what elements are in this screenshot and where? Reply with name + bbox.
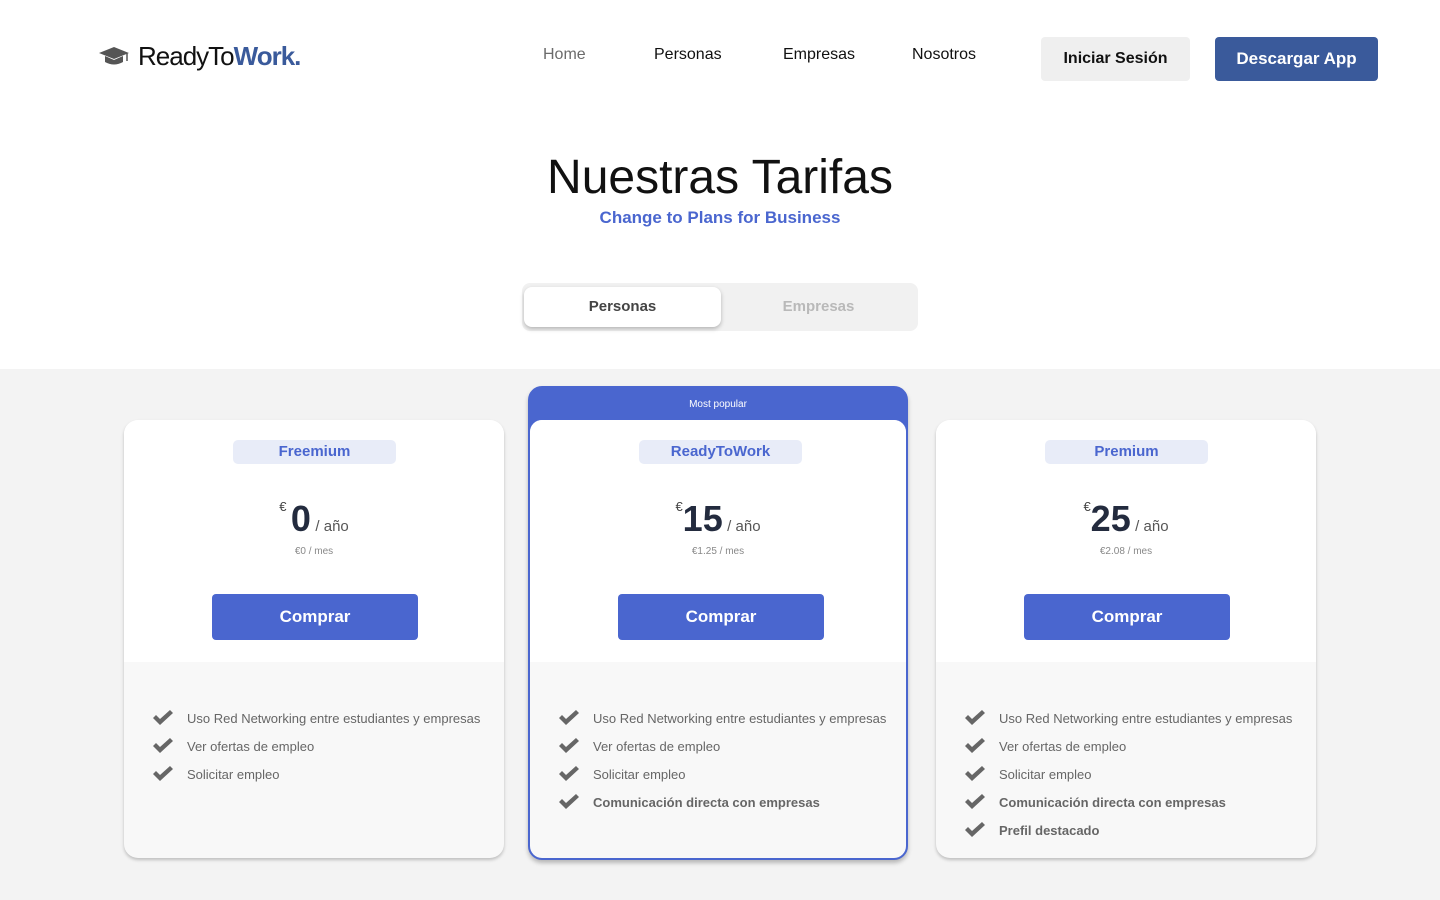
check-icon: [965, 710, 985, 725]
check-icon: [153, 710, 173, 725]
price-amount: 0: [290, 498, 311, 539]
feature-item: Ver ofertas de empleo: [558, 732, 886, 760]
buy-button[interactable]: Comprar: [618, 594, 824, 640]
feature-item: Ver ofertas de empleo: [152, 732, 480, 760]
check-icon: [965, 738, 985, 753]
feature-list: Uso Red Networking entre estudiantes y e…: [152, 704, 480, 788]
check-icon: [559, 794, 579, 809]
price-amount: 15: [682, 498, 723, 539]
plan-card-body: ReadyToWork €15 / año €1.25 / mes Compra…: [530, 420, 906, 858]
check-icon: [153, 738, 173, 753]
feature-list: Uso Red Networking entre estudiantes y e…: [964, 704, 1292, 844]
feature-text: Solicitar empleo: [187, 766, 280, 782]
graduation-cap-icon: [99, 47, 129, 65]
check-icon: [559, 738, 579, 753]
plan-price: €15 / año: [530, 498, 906, 540]
price-period: / año: [315, 518, 349, 535]
nav-home[interactable]: Home: [543, 46, 586, 64]
feature-text: Solicitar empleo: [593, 766, 686, 782]
feature-item: Solicitar empleo: [558, 760, 886, 788]
plan-type-toggle: Personas Empresas: [522, 283, 918, 331]
currency-symbol: €: [279, 499, 287, 514]
monthly-price: €1.25 / mes: [691, 546, 745, 557]
buy-button[interactable]: Comprar: [1024, 594, 1230, 640]
feature-text: Ver ofertas de empleo: [999, 738, 1127, 754]
nav-nosotros[interactable]: Nosotros: [912, 46, 976, 64]
currency-symbol: €: [675, 499, 683, 514]
toggle-personas[interactable]: Personas: [524, 287, 721, 327]
feature-list: Uso Red Networking entre estudiantes y e…: [558, 704, 886, 816]
login-button[interactable]: Iniciar Sesión: [1041, 37, 1190, 81]
price-period: / año: [1135, 518, 1169, 535]
feature-item: Comunicación directa con empresas: [558, 788, 886, 816]
feature-text: Ver ofertas de empleo: [187, 738, 315, 754]
plan-card-premium: Premium €25 / año €2.08 / mes Comprar Us…: [936, 420, 1316, 858]
plan-price: € 0 / año: [124, 498, 504, 540]
feature-text: Comunicación directa con empresas: [999, 794, 1226, 810]
download-app-button[interactable]: Descargar App: [1215, 37, 1378, 81]
check-icon: [965, 794, 985, 809]
plan-name-badge: Premium: [1045, 440, 1208, 464]
check-icon: [965, 822, 985, 837]
feature-item: Uso Red Networking entre estudiantes y e…: [558, 704, 886, 732]
feature-item: Solicitar empleo: [964, 760, 1292, 788]
logo-text: ReadyToWork.: [138, 40, 301, 71]
feature-item: Uso Red Networking entre estudiantes y e…: [152, 704, 480, 732]
site-header: ReadyToWork. Home Personas Empresas Noso…: [0, 0, 1440, 110]
plan-name-badge: ReadyToWork: [639, 440, 802, 464]
page-title: Nuestras Tarifas: [547, 151, 893, 204]
currency-symbol: €: [1083, 499, 1091, 514]
price-period: / año: [727, 518, 761, 535]
plan-card-readytowork: Most popular ReadyToWork €15 / año €1.25…: [528, 386, 908, 860]
feature-text: Solicitar empleo: [999, 766, 1092, 782]
toggle-empresas[interactable]: Empresas: [720, 287, 917, 327]
feature-text: Ver ofertas de empleo: [593, 738, 721, 754]
price-amount: 25: [1090, 498, 1131, 539]
most-popular-label: Most popular: [689, 399, 747, 410]
feature-item: Uso Red Networking entre estudiantes y e…: [964, 704, 1292, 732]
feature-item: Comunicación directa con empresas: [964, 788, 1292, 816]
feature-text: Uso Red Networking entre estudiantes y e…: [999, 710, 1293, 726]
feature-item: Solicitar empleo: [152, 760, 480, 788]
monthly-price: €0 / mes: [294, 546, 334, 557]
nav-empresas[interactable]: Empresas: [783, 46, 855, 64]
check-icon: [559, 766, 579, 781]
logo[interactable]: ReadyToWork.: [98, 38, 301, 74]
business-plans-link[interactable]: Change to Plans for Business: [0, 208, 1440, 228]
check-icon: [153, 766, 173, 781]
feature-text: Uso Red Networking entre estudiantes y e…: [187, 710, 481, 726]
plan-price: €25 / año: [936, 498, 1316, 540]
feature-text: Comunicación directa con empresas: [593, 794, 820, 810]
check-icon: [559, 710, 579, 725]
plan-card-freemium: Freemium € 0 / año €0 / mes Comprar Uso …: [124, 420, 504, 858]
feature-text: Prefil destacado: [999, 822, 1100, 838]
feature-text: Uso Red Networking entre estudiantes y e…: [593, 710, 887, 726]
plan-name-badge: Freemium: [233, 440, 396, 464]
monthly-price: €2.08 / mes: [1099, 546, 1153, 557]
check-icon: [965, 766, 985, 781]
nav-personas[interactable]: Personas: [654, 46, 722, 64]
buy-button[interactable]: Comprar: [212, 594, 418, 640]
feature-item: Ver ofertas de empleo: [964, 732, 1292, 760]
feature-item: Prefil destacado: [964, 816, 1292, 844]
